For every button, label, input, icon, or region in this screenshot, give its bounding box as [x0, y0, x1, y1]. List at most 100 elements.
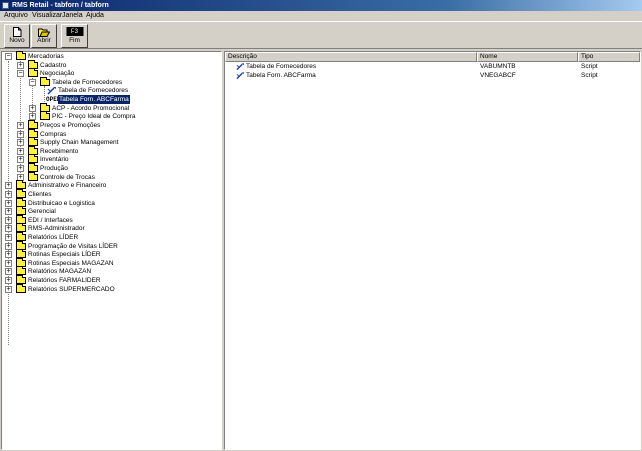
open-button[interactable]: Abrir — [31, 24, 57, 48]
column-header-nome[interactable]: Nome — [477, 52, 578, 62]
menu-arquivo[interactable]: Arquivo — [4, 12, 28, 20]
open-button-label: Abrir — [37, 37, 51, 44]
tree-node-gerencial[interactable]: + Gerencial — [2, 206, 221, 216]
expand-icon[interactable]: + — [5, 268, 12, 275]
expand-icon[interactable]: + — [5, 200, 12, 207]
tree-node-relatorios-supermercado[interactable]: + Relatórios SUPERMERCADO — [2, 284, 221, 294]
title-bar[interactable]: RMS Retail - tabforn / tabforn — [0, 0, 642, 11]
toolbar: Novo Abrir F3 Fim — [0, 21, 642, 49]
folder-icon — [40, 77, 50, 86]
new-button-label: Novo — [9, 37, 25, 44]
navigation-tree[interactable]: − Mercadorias + Cadastro − Negociação − … — [2, 51, 221, 449]
cell-nome: VNEGABCF — [480, 72, 516, 79]
tree-node-rotinas-especiais-lider[interactable]: + Rotinas Especiais LÍDER — [2, 249, 221, 259]
tree-node-administrativo-financeiro[interactable]: + Administrativo e Financeiro — [2, 180, 221, 190]
exit-button-label: Fim — [69, 37, 80, 44]
expand-icon[interactable]: + — [17, 148, 24, 155]
tree-node-label: Produção — [40, 165, 68, 172]
expand-icon[interactable]: + — [5, 225, 12, 232]
tree-node-label: Tabela Forn. ABCFarma — [58, 95, 130, 104]
list-row[interactable]: Tabela de Fornecedores VABUMNTB Script — [225, 62, 640, 71]
folder-icon — [40, 111, 50, 120]
expand-icon[interactable]: + — [17, 131, 24, 138]
cell-tipo: Script — [581, 63, 598, 70]
folder-icon — [28, 120, 38, 129]
menu-janela[interactable]: Janela — [62, 12, 83, 20]
tree-node-tabela-fornecedores[interactable]: Tabela de Fornecedores — [2, 86, 221, 95]
window-title: RMS Retail - tabforn / tabforn — [12, 2, 109, 9]
expand-icon[interactable]: + — [5, 234, 12, 241]
tree-node-label: Relatórios FARMALIDER — [28, 277, 101, 284]
cell-descricao: Tabela Forn. ABCFarma — [246, 72, 316, 79]
folder-icon — [28, 68, 38, 77]
tree-node-relatorios-magazan[interactable]: + Relatórios MAGAZAN — [2, 266, 221, 276]
folder-icon — [28, 137, 38, 146]
expand-icon[interactable]: + — [17, 139, 24, 146]
tool-icon — [236, 72, 245, 80]
open-folder-icon — [38, 28, 50, 37]
folder-icon — [16, 266, 26, 275]
menu-visualizar[interactable]: Visualizar — [32, 12, 62, 20]
items-list-panel[interactable]: Descrição Nome Tipo Tabela de Fornecedor… — [224, 51, 641, 450]
collapse-icon[interactable]: − — [17, 70, 24, 77]
expand-icon[interactable]: + — [5, 277, 12, 284]
collapse-icon[interactable]: − — [5, 53, 12, 60]
tool-icon — [236, 63, 245, 71]
folder-icon — [16, 284, 26, 293]
tree-node-relatorios-farmalider[interactable]: + Relatórios FARMALIDER — [2, 275, 221, 285]
expand-icon[interactable]: + — [5, 260, 12, 267]
tool-icon — [47, 87, 56, 95]
expand-icon[interactable]: + — [5, 243, 12, 250]
cell-tipo: Script — [581, 72, 598, 79]
expand-icon[interactable]: + — [5, 217, 12, 224]
tree-node-label: PIC - Preço Ideal de Compra — [52, 113, 136, 120]
cell-nome: VABUMNTB — [480, 63, 516, 70]
expand-icon[interactable]: + — [29, 113, 36, 120]
tree-node-relatorios-lider[interactable]: + Relatórios LÍDER — [2, 232, 221, 242]
expand-icon[interactable]: + — [5, 286, 12, 293]
expand-icon[interactable]: + — [5, 191, 12, 198]
exit-button[interactable]: F3 Fim — [61, 24, 88, 48]
navigation-tree-panel[interactable]: − Mercadorias + Cadastro − Negociação − … — [1, 51, 222, 450]
tree-node-label: Relatórios SUPERMERCADO — [28, 286, 115, 293]
new-document-icon — [13, 27, 22, 37]
expand-icon[interactable]: + — [5, 208, 12, 215]
tree-node-tabela-forn-abcfarma[interactable]: OPEN Tabela Forn. ABCFarma — [2, 95, 221, 104]
tree-node-clientes[interactable]: + Clientes — [2, 189, 221, 199]
tree-node-label: Inventário — [40, 156, 69, 163]
tree-node-label: Rotinas Especiais LÍDER — [28, 251, 101, 258]
folder-icon — [16, 249, 26, 258]
expand-icon[interactable]: + — [17, 156, 24, 163]
folder-icon — [28, 172, 38, 181]
folder-icon — [16, 180, 26, 189]
column-header-tipo[interactable]: Tipo — [578, 52, 640, 62]
expand-icon[interactable]: + — [17, 122, 24, 129]
app-icon[interactable] — [2, 2, 9, 9]
list-row[interactable]: Tabela Forn. ABCFarma VNEGABCF Script — [225, 71, 640, 80]
tree-node-label: Relatórios MAGAZAN — [28, 268, 92, 275]
expand-icon[interactable]: + — [5, 251, 12, 258]
tree-node-label: RMS-Administrador — [28, 225, 85, 232]
tree-node-label: Clientes — [28, 191, 52, 198]
folder-icon — [16, 51, 26, 60]
tree-node-label: Administrativo e Financeiro — [28, 182, 107, 189]
tree-node-label: Gerencial — [28, 208, 56, 215]
folder-icon — [28, 163, 38, 172]
expand-icon[interactable]: + — [5, 182, 12, 189]
expand-icon[interactable]: + — [29, 105, 36, 112]
folder-icon — [16, 206, 26, 215]
tree-node-rms-administrador[interactable]: + RMS-Administrador — [2, 223, 221, 233]
exit-icon: F3 — [66, 27, 83, 36]
new-button[interactable]: Novo — [4, 24, 30, 48]
expand-icon[interactable]: + — [17, 165, 24, 172]
list-header: Descrição Nome Tipo — [225, 52, 640, 62]
menu-ajuda[interactable]: Ajuda — [86, 12, 104, 20]
menu-bar: Arquivo Visualizar Janela Ajuda — [0, 11, 642, 21]
tree-node-label: Relatórios LÍDER — [28, 234, 79, 241]
tree-node-negociacao[interactable]: − Negociação — [2, 68, 221, 78]
collapse-icon[interactable]: − — [29, 79, 36, 86]
tree-node-label: Preços e Promoções — [40, 122, 101, 129]
expand-icon[interactable]: + — [17, 62, 24, 69]
folder-icon — [16, 223, 26, 232]
column-header-descricao[interactable]: Descrição — [225, 52, 477, 62]
